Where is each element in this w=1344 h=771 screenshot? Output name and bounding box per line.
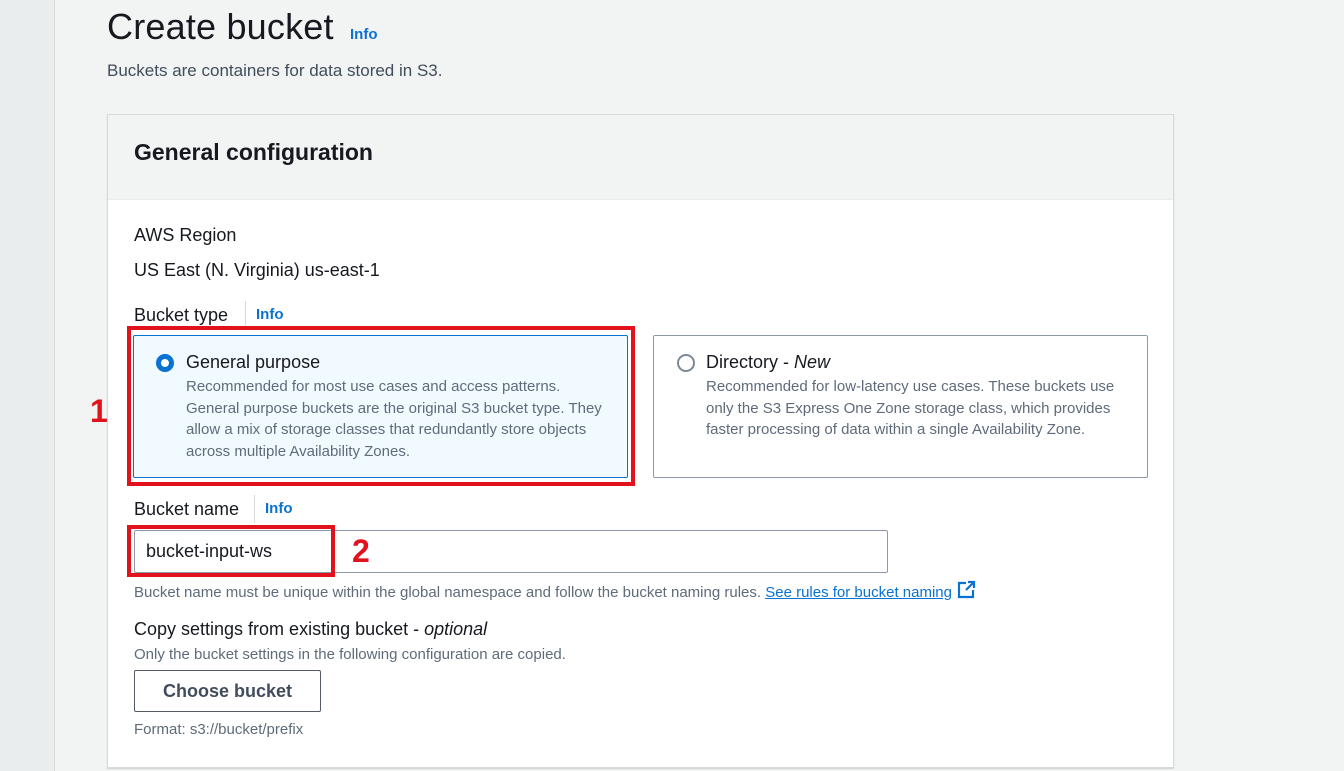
annotation-box-1 (127, 326, 635, 486)
choose-bucket-button[interactable]: Choose bucket (134, 670, 321, 712)
directory-title-text: Directory - (706, 352, 795, 372)
bucket-type-directory-tile[interactable]: Directory - New Recommended for low-late… (653, 335, 1148, 478)
page-title: Create bucket (107, 6, 334, 47)
annotation-number-1: 1 (90, 393, 108, 429)
bucket-naming-rules-link[interactable]: See rules for bucket naming (765, 584, 952, 601)
copy-settings-label: Copy settings from existing bucket - opt… (134, 619, 488, 639)
bucket-name-label: Bucket name (134, 499, 240, 519)
copy-settings-description: Only the bucket settings in the followin… (134, 646, 566, 663)
annotation-number-2: 2 (352, 533, 370, 569)
directory-title: Directory - New (706, 352, 830, 373)
panel-title: General configuration (134, 139, 373, 165)
bucket-type-label: Bucket type (134, 305, 229, 325)
copy-settings-optional: optional (424, 619, 488, 639)
directory-new-tag: New (794, 352, 831, 372)
page-description: Buckets are containers for data stored i… (107, 61, 443, 80)
bucket-name-info-link[interactable]: Info (254, 495, 293, 523)
external-link-icon[interactable] (956, 580, 976, 600)
directory-radio[interactable] (677, 354, 695, 372)
aws-region-value: US East (N. Virginia) us-east-1 (134, 260, 380, 280)
format-hint: Format: s3://bucket/prefix (134, 721, 304, 738)
annotation-box-2 (127, 525, 335, 577)
bucket-type-info-link[interactable]: Info (245, 301, 284, 329)
directory-description: Recommended for low-latency use cases. T… (706, 378, 1115, 438)
bucket-name-hint-text: Bucket name must be unique within the gl… (134, 584, 762, 601)
aws-region-label: AWS Region (134, 225, 237, 245)
side-navigation-rail (0, 0, 55, 771)
bucket-name-hint: Bucket name must be unique within the gl… (134, 580, 976, 601)
panel-header: General configuration (108, 115, 1173, 200)
page-title-info-link[interactable]: Info (350, 26, 378, 43)
